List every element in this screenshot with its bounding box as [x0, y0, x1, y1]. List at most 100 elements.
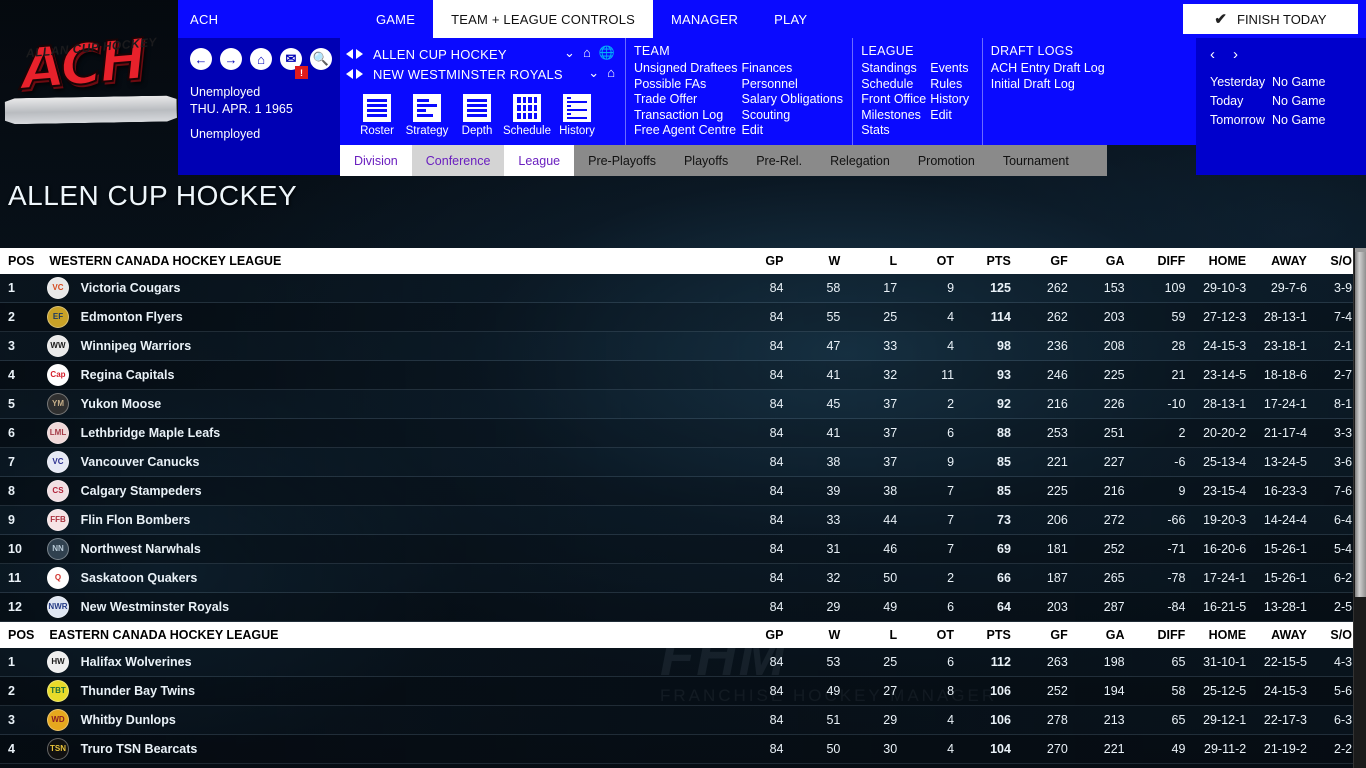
- team-logo: YM: [41, 393, 74, 415]
- table-row[interactable]: 12 NWR New Westminster Royals 84 29 49 6 64 203 2…: [0, 593, 1358, 622]
- nav-icon-row: ← → ⌂ ✉ ! 🔍: [190, 48, 340, 79]
- tab-team-league-controls[interactable]: TEAM + LEAGUE CONTROLS: [433, 0, 654, 38]
- subtab-playoffs[interactable]: Playoffs: [670, 145, 742, 176]
- table-row[interactable]: 3 WD Whitby Dunlops 84 51 29 4 106 278 213 65 29-12…: [0, 706, 1358, 735]
- menu-scouting[interactable]: Scouting: [742, 108, 843, 124]
- menu-front-office[interactable]: Front Office: [861, 92, 926, 108]
- subtab-pre-playoffs[interactable]: Pre-Playoffs: [574, 145, 670, 176]
- subtab-league[interactable]: League: [504, 145, 575, 176]
- prev-team-icon[interactable]: [346, 69, 353, 79]
- prev-league-icon[interactable]: [346, 49, 353, 59]
- prev-day-icon[interactable]: ‹: [1210, 46, 1215, 63]
- home-icon[interactable]: ⌂: [607, 66, 615, 79]
- table-row[interactable]: 1 HW Halifax Wolverines 84 53 25 6 112 263 198 65 3…: [0, 648, 1358, 677]
- table-row[interactable]: 4 Cap Regina Capitals 84 41 32 11 93 246 225 21 23-…: [0, 361, 1358, 390]
- row-w: 33: [826, 513, 841, 527]
- row-so: 5-6: [1334, 684, 1353, 698]
- table-row[interactable]: 7 VC Vancouver Canucks 84 38 37 9 85 221 227 -6 25-…: [0, 448, 1358, 477]
- tab-play[interactable]: PLAY: [756, 0, 825, 38]
- menu-salary-obligations[interactable]: Salary Obligations: [742, 92, 843, 108]
- quick-link-history[interactable]: History: [552, 94, 602, 137]
- row-team-name: Regina Capitals: [80, 368, 175, 382]
- subtab-conference[interactable]: Conference: [411, 145, 505, 176]
- table-header-row: POS WESTERN CANADA HOCKEY LEAGUE GP W L OT PTS…: [0, 248, 1358, 274]
- subtab-pre-rel[interactable]: Pre-Rel.: [742, 145, 816, 176]
- chevron-double-down-icon[interactable]: ⌄: [564, 46, 575, 59]
- menu-trade-offer[interactable]: Trade Offer: [634, 92, 738, 108]
- menu-transaction-log[interactable]: Transaction Log: [634, 108, 738, 124]
- menu-standings[interactable]: Standings: [861, 61, 926, 77]
- table-row[interactable]: 2 TBT Thunder Bay Twins 84 49 27 8 106 252 194 58 2…: [0, 677, 1358, 706]
- schedule-row-tomorrow: Tomorrow No Game: [1210, 111, 1366, 130]
- menu-unsigned-draftees[interactable]: Unsigned Draftees: [634, 61, 738, 77]
- table-row[interactable]: 10 NN Northwest Narwhals 84 31 46 7 69 181 252 -71…: [0, 535, 1358, 564]
- chevron-double-down-icon[interactable]: ⌄: [588, 66, 599, 79]
- quick-link-depth[interactable]: Depth: [452, 94, 502, 137]
- col-w: W: [828, 254, 841, 268]
- standings-view-tabs: Division Conference League Pre-Playoffs …: [340, 145, 1107, 176]
- row-ga: 213: [1103, 713, 1125, 727]
- table-row[interactable]: 1 VC Victoria Cougars 84 58 17 9 125 262 153 109 29…: [0, 274, 1358, 303]
- back-arrow-icon[interactable]: ←: [190, 48, 212, 70]
- globe-icon[interactable]: 🌐: [599, 46, 615, 59]
- calendar-icon: [513, 94, 541, 122]
- row-away: 21-19-2: [1263, 742, 1307, 756]
- forward-arrow-icon[interactable]: →: [220, 48, 242, 70]
- quick-link-schedule[interactable]: Schedule: [502, 94, 552, 137]
- top-navigation-bar: ACH GAME TEAM + LEAGUE CONTROLS MANAGER …: [178, 0, 1366, 38]
- team-selector-row[interactable]: NEW WESTMINSTER ROYALS: [346, 64, 625, 84]
- menu-free-agent-centre[interactable]: Free Agent Centre: [634, 123, 738, 139]
- row-l: 25: [883, 310, 898, 324]
- menu-initial-draft-log[interactable]: Initial Draft Log: [991, 77, 1105, 93]
- home-icon[interactable]: ⌂: [250, 48, 272, 70]
- tab-manager[interactable]: MANAGER: [653, 0, 756, 38]
- subtab-promotion[interactable]: Promotion: [904, 145, 989, 176]
- menu-milestones[interactable]: Milestones: [861, 108, 926, 124]
- menu-stats[interactable]: Stats: [861, 123, 926, 139]
- table-row[interactable]: 6 LML Lethbridge Maple Leafs 84 41 37 6 88 253 25…: [0, 419, 1358, 448]
- table-row[interactable]: 4 TSN Truro TSN Bearcats 84 50 30 4 104 270 221 49…: [0, 735, 1358, 764]
- table-row[interactable]: 3 WW Winnipeg Warriors 84 47 33 4 98 236 208 28 24-…: [0, 332, 1358, 361]
- table-row[interactable]: 5 YM Yukon Moose 84 45 37 2 92 216 226 -10 28-13-1 1…: [0, 390, 1358, 419]
- finish-today-button[interactable]: ✔ FINISH TODAY: [1183, 4, 1358, 34]
- strategy-icon: [413, 94, 441, 122]
- menu-events[interactable]: Events: [930, 61, 969, 77]
- col-home: HOME: [1208, 628, 1247, 642]
- finish-today-label: FINISH TODAY: [1237, 11, 1327, 27]
- subtab-division[interactable]: Division: [340, 145, 412, 176]
- next-league-icon[interactable]: [356, 49, 363, 59]
- row-pts: 114: [990, 310, 1011, 324]
- search-icon[interactable]: 🔍: [310, 48, 332, 70]
- menu-history[interactable]: History: [930, 92, 969, 108]
- menu-possible-fas[interactable]: Possible FAs: [634, 77, 738, 93]
- menu-finances[interactable]: Finances: [742, 61, 843, 77]
- standings-scrollbar[interactable]: [1353, 248, 1366, 768]
- team-selector-column: ALLEN CUP HOCKEY ⌄ ⌂ 🌐 NEW WESTMINSTER R…: [340, 38, 625, 145]
- league-selector-arrows[interactable]: [346, 49, 363, 59]
- menu-schedule[interactable]: Schedule: [861, 77, 926, 93]
- next-team-icon[interactable]: [356, 69, 363, 79]
- row-gp: 84: [769, 455, 784, 469]
- table-row[interactable]: 2 EF Edmonton Flyers 84 55 25 4 114 262 203 59 27-1…: [0, 303, 1358, 332]
- table-row[interactable]: 9 FFB Flin Flon Bombers 84 33 44 7 73 206 272 -66 1…: [0, 506, 1358, 535]
- row-w: 47: [826, 339, 841, 353]
- row-away: 21-17-4: [1263, 426, 1307, 440]
- next-day-icon[interactable]: ›: [1233, 46, 1238, 63]
- subtab-tournament[interactable]: Tournament: [989, 145, 1083, 176]
- menu-ach-entry-draft-log[interactable]: ACH Entry Draft Log: [991, 61, 1105, 77]
- menu-personnel[interactable]: Personnel: [742, 77, 843, 93]
- menu-league-edit[interactable]: Edit: [930, 108, 969, 124]
- scrollbar-thumb[interactable]: [1355, 252, 1366, 597]
- tab-game[interactable]: GAME: [358, 0, 433, 38]
- table-row[interactable]: 11 Q Saskatoon Quakers 84 32 50 2 66 187 265 -78 17…: [0, 564, 1358, 593]
- menu-rules[interactable]: Rules: [930, 77, 969, 93]
- mail-icon[interactable]: ✉ !: [280, 48, 308, 79]
- team-selector-arrows[interactable]: [346, 69, 363, 79]
- menu-team-edit[interactable]: Edit: [742, 123, 843, 139]
- quick-link-roster[interactable]: Roster: [352, 94, 402, 137]
- table-row[interactable]: 8 CS Calgary Stampeders 84 39 38 7 85 225 216 9 23-…: [0, 477, 1358, 506]
- row-position: 3: [8, 339, 15, 353]
- quick-link-strategy[interactable]: Strategy: [402, 94, 452, 137]
- subtab-relegation[interactable]: Relegation: [816, 145, 904, 176]
- home-icon[interactable]: ⌂: [583, 46, 591, 59]
